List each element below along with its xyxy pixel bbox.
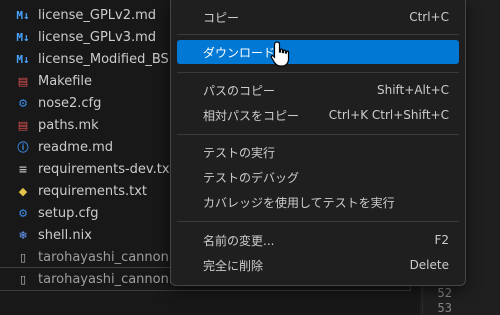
menu-item-copy-path[interactable]: パスのコピー Shift+Alt+C [177,78,459,102]
gear-icon: ⚙ [18,206,28,220]
menu-item-label: カバレッジを使用してテストを実行 [203,195,395,210]
gear-icon: ⚙ [18,96,28,110]
menu-item-download[interactable]: ダウンロード... [177,40,459,64]
python-icon: ◆ [18,184,28,198]
file-name: nose2.cfg [38,95,102,111]
menu-item-delete-permanently[interactable]: 完全に削除 Delete [177,253,459,277]
file-name: requirements.txt [38,183,148,199]
menu-item-copy[interactable]: コピー Ctrl+C [177,5,459,29]
file-icon: ▯ [19,250,27,264]
menu-item-label: 完全に削除 [203,258,264,273]
file-name: license_GPLv2.md [38,7,157,23]
line-number: 52 [437,286,452,300]
menu-item-copy-relative-path[interactable]: 相対パスをコピー Ctrl+K Ctrl+Shift+C [177,103,459,127]
menu-item-label: 相対パスをコピー [203,108,300,123]
nix-icon: ❄ [18,228,28,242]
file-icon: ▯ [19,272,27,286]
hand-pointer-cursor-icon [270,41,290,67]
file-name: paths.mk [38,117,99,133]
context-menu: コピー Ctrl+C ダウンロード... パスのコピー Shift+Alt+C … [170,0,466,286]
markdown-icon: M↓ [16,52,30,66]
makefile-icon: ▤ [17,74,29,88]
file-name: requirements-dev.txt [38,161,175,177]
menu-item-label: コピー [203,10,240,25]
menu-item-rename[interactable]: 名前の変更... F2 [177,228,459,252]
file-name: Makefile [38,73,93,89]
menu-separator [177,34,459,35]
menu-item-run-tests[interactable]: テストの実行 [177,140,459,164]
file-name: readme.md [38,139,113,155]
file-name: shell.nix [38,227,92,243]
menu-separator [177,134,459,135]
menu-item-label: テストのデバッグ [203,170,300,185]
info-icon: ⓘ [17,141,29,154]
markdown-icon: M↓ [16,30,30,44]
text-file-icon: ≡ [18,162,28,176]
menu-item-debug-tests[interactable]: テストのデバッグ [177,165,459,189]
menu-item-label: パスのコピー [203,83,276,98]
menu-item-label: 名前の変更... [203,233,275,248]
makefile-icon: ▤ [17,118,29,132]
menu-item-shortcut: Ctrl+K Ctrl+Shift+C [328,108,449,122]
markdown-icon: M↓ [16,8,30,22]
menu-separator [177,72,459,73]
menu-item-shortcut: Delete [409,258,449,272]
menu-separator [177,221,459,222]
menu-item-shortcut: F2 [434,233,449,247]
menu-item-shortcut: Shift+Alt+C [376,83,449,97]
menu-item-shortcut: Ctrl+C [409,10,449,24]
menu-item-label: テストの実行 [203,145,276,160]
line-number: 53 [437,301,452,315]
file-name: license_GPLv3.md [38,29,157,45]
menu-item-run-tests-coverage[interactable]: カバレッジを使用してテストを実行 [177,190,459,214]
file-name: setup.cfg [38,205,99,221]
